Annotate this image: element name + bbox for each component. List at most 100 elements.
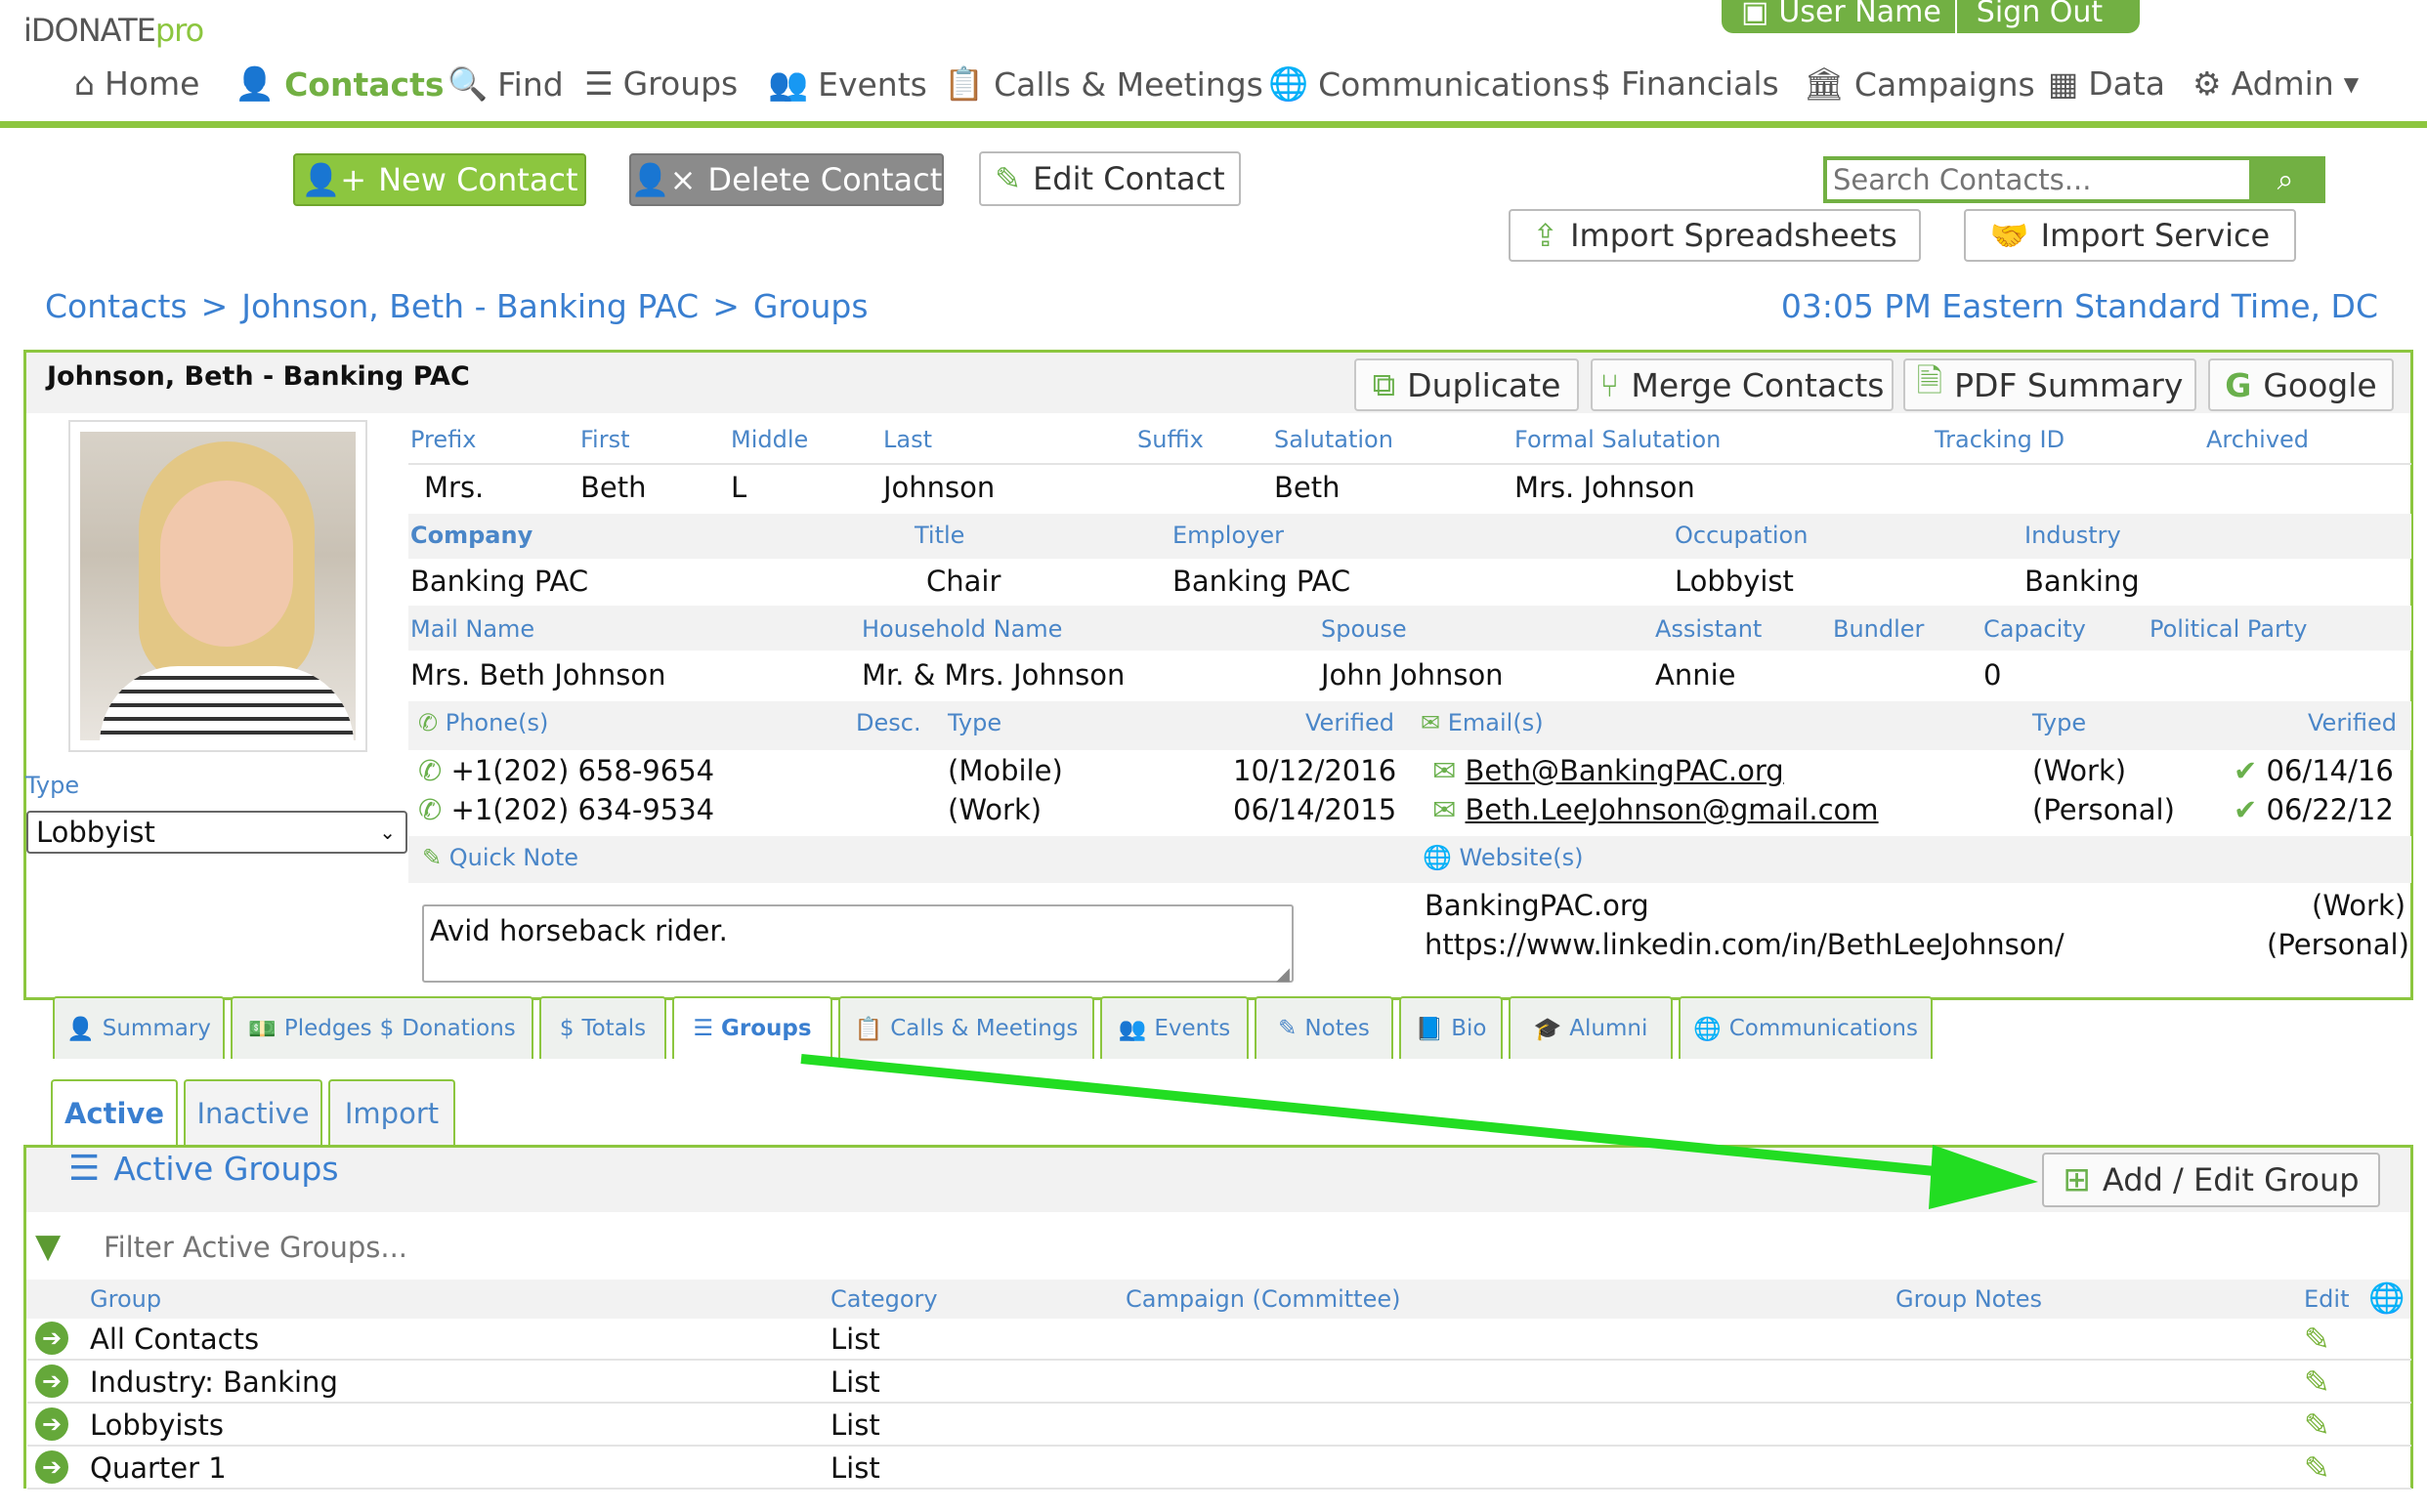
google-button[interactable]: G Google	[2208, 358, 2394, 411]
nav-find[interactable]: 🔍 Find	[447, 64, 564, 104]
pencil-icon[interactable]: ✎	[2304, 1321, 2330, 1358]
tab-donations-label: Donations	[402, 1016, 516, 1041]
duplicate-button[interactable]: ⧉ Duplicate	[1354, 358, 1579, 411]
email-address[interactable]: Beth@BankingPAC.org	[1466, 754, 1784, 787]
breadcrumb-contacts[interactable]: Contacts	[45, 287, 188, 325]
nav-admin[interactable]: ⚙ Admin ▼	[2193, 64, 2359, 103]
nav-financials[interactable]: $ Financials	[1591, 64, 1779, 103]
table-row[interactable]: ➔ Quarter 1 List ✎	[27, 1448, 2411, 1490]
pencil-icon[interactable]: ✎	[2304, 1364, 2330, 1401]
nav-events[interactable]: 👥 Events	[768, 64, 927, 104]
tab-events[interactable]: 👥 Events	[1100, 996, 1249, 1059]
email-verified-date: 06/22/12	[2266, 793, 2394, 826]
edit-icon: ✎	[422, 844, 443, 871]
filter-icon: ▼	[35, 1227, 62, 1266]
brand-logo[interactable]: iDONATEpro	[23, 12, 204, 49]
add-edit-group-button[interactable]: ⊞ Add / Edit Group	[2042, 1153, 2380, 1207]
nav-communications[interactable]: 🌐 Communications	[1268, 64, 1589, 104]
tab-alumni-label: Alumni	[1569, 1016, 1648, 1041]
edit-contact-label: Edit Contact	[1033, 160, 1225, 197]
tab-notes[interactable]: ✎ Notes	[1255, 996, 1393, 1059]
employer-label: Employer	[1172, 522, 1284, 549]
pdf-summary-button[interactable]: 🗎 PDF Summary	[1903, 358, 2196, 411]
merge-contacts-button[interactable]: ⑂ Merge Contacts	[1591, 358, 1894, 411]
tab-alumni[interactable]: 🎓 Alumni	[1509, 996, 1673, 1059]
avatar	[68, 420, 367, 752]
nav-campaigns[interactable]: 🏛 Campaigns	[1804, 64, 2035, 104]
nav-contacts[interactable]: 👤 Contacts	[234, 64, 445, 104]
new-contact-button[interactable]: 👤+ New Contact	[293, 153, 586, 206]
user-name-button[interactable]: ▣ User Name	[1722, 0, 1957, 33]
industry-value: Banking	[2024, 565, 2140, 598]
merge-icon: ⑂	[1599, 365, 1620, 404]
email-verified: ✔ 06/14/16	[2234, 754, 2394, 787]
archived-label: Archived	[2206, 426, 2310, 453]
tab-summary[interactable]: 👤 Summary	[53, 996, 225, 1059]
email-row[interactable]: ✉ Beth.LeeJohnson@gmail.com	[1432, 793, 1879, 826]
subtab-active[interactable]: Active	[51, 1079, 178, 1146]
user-plus-icon: 👤+	[301, 161, 367, 198]
tab-bio[interactable]: 📘 Bio	[1399, 996, 1503, 1059]
phone-verified: 10/12/2016	[1233, 754, 1397, 787]
dollar-icon: $	[379, 1016, 395, 1041]
breadcrumb-groups[interactable]: Groups	[753, 287, 869, 325]
avatar-shirt	[100, 666, 354, 740]
nav-calls[interactable]: 📋 Calls & Meetings	[944, 64, 1263, 104]
arrow-right-icon[interactable]: ➔	[35, 1407, 68, 1441]
tab-groups-label: Groups	[721, 1016, 812, 1041]
email-type-label: Type	[2032, 709, 2087, 736]
table-row[interactable]: ➔ Industry: Banking List ✎	[27, 1362, 2411, 1404]
quick-note-label: ✎ Quick Note	[422, 844, 578, 871]
pencil-icon[interactable]: ✎	[2304, 1407, 2330, 1444]
website-url[interactable]: BankingPAC.org	[1425, 889, 1649, 922]
cogs-icon: ⚙	[2193, 64, 2222, 103]
nav-groups[interactable]: ☰ Groups	[584, 64, 738, 103]
subtab-import[interactable]: Import	[328, 1079, 455, 1146]
add-edit-group-label: Add / Edit Group	[2102, 1161, 2360, 1198]
arrow-right-icon[interactable]: ➔	[35, 1365, 68, 1398]
tab-groups[interactable]: ☰ Groups	[672, 996, 832, 1059]
sign-out-button[interactable]: Sign Out	[1957, 0, 2122, 29]
group-notes-column-label: Group Notes	[1895, 1285, 2043, 1313]
email-address[interactable]: Beth.LeeJohnson@gmail.com	[1466, 793, 1879, 826]
email-row[interactable]: ✉ Beth@BankingPAC.org	[1432, 754, 1784, 787]
occupation-label: Occupation	[1675, 522, 1809, 549]
nav-admin-label: Admin	[2231, 64, 2334, 103]
nav-divider	[0, 121, 2427, 128]
arrow-right-icon[interactable]: ➔	[35, 1450, 68, 1484]
current-time: 03:05 PM Eastern Standard Time, DC	[1780, 287, 2378, 325]
pencil-icon[interactable]: ✎	[2304, 1449, 2330, 1487]
salutation-label: Salutation	[1274, 426, 1393, 453]
quick-note-label-text: Quick Note	[448, 844, 579, 871]
website-url[interactable]: https://www.linkedin.com/in/BethLeeJohns…	[1425, 928, 2065, 961]
table-row[interactable]: ➔ Lobbyists List ✎	[27, 1405, 2411, 1447]
duplicate-label: Duplicate	[1407, 365, 1561, 404]
search-input[interactable]	[1827, 160, 2249, 199]
subtab-inactive[interactable]: Inactive	[184, 1079, 322, 1146]
phone-number: +1(202) 634-9534	[450, 793, 715, 826]
globe-icon[interactable]: 🌐	[2368, 1281, 2405, 1316]
search-button[interactable]: ⌕	[2249, 160, 2321, 199]
groups-heading-text: Active Groups	[113, 1150, 339, 1188]
edit-contact-button[interactable]: ✎ Edit Contact	[979, 151, 1241, 206]
tab-totals[interactable]: $ Totals	[539, 996, 666, 1059]
tab-communications[interactable]: 🌐 Communications	[1679, 996, 1933, 1059]
resize-handle-icon[interactable]: ◢	[1276, 964, 1290, 985]
breadcrumb-contact[interactable]: Johnson, Beth - Banking PAC	[241, 287, 699, 325]
nav-home[interactable]: ⌂ Home	[74, 64, 199, 103]
delete-contact-button[interactable]: 👤× Delete Contact	[629, 153, 944, 206]
import-spreadsheets-button[interactable]: ⇪ Import Spreadsheets	[1509, 209, 1921, 262]
type-select[interactable]: Lobbyist ⌄	[26, 811, 407, 854]
phone-row[interactable]: ✆ +1(202) 634-9534	[418, 793, 714, 826]
edit-column-label: Edit	[2304, 1285, 2350, 1313]
table-row[interactable]: ➔ All Contacts List ✎	[27, 1319, 2411, 1361]
quick-note-textarea[interactable]: Avid horseback rider. ◢	[422, 904, 1294, 985]
company-value: Banking PAC	[410, 565, 589, 598]
phone-row[interactable]: ✆ +1(202) 658-9654	[418, 754, 714, 787]
import-service-button[interactable]: 🤝 Import Service	[1964, 209, 2296, 262]
filter-groups-input[interactable]	[104, 1225, 1276, 1270]
nav-data[interactable]: ▦ Data	[2048, 64, 2165, 103]
tab-pledges-donations[interactable]: 💵 Pledges $ Donations	[231, 996, 533, 1059]
tab-calls-meetings[interactable]: 📋 Calls & Meetings	[838, 996, 1094, 1059]
arrow-right-icon[interactable]: ➔	[35, 1322, 68, 1355]
